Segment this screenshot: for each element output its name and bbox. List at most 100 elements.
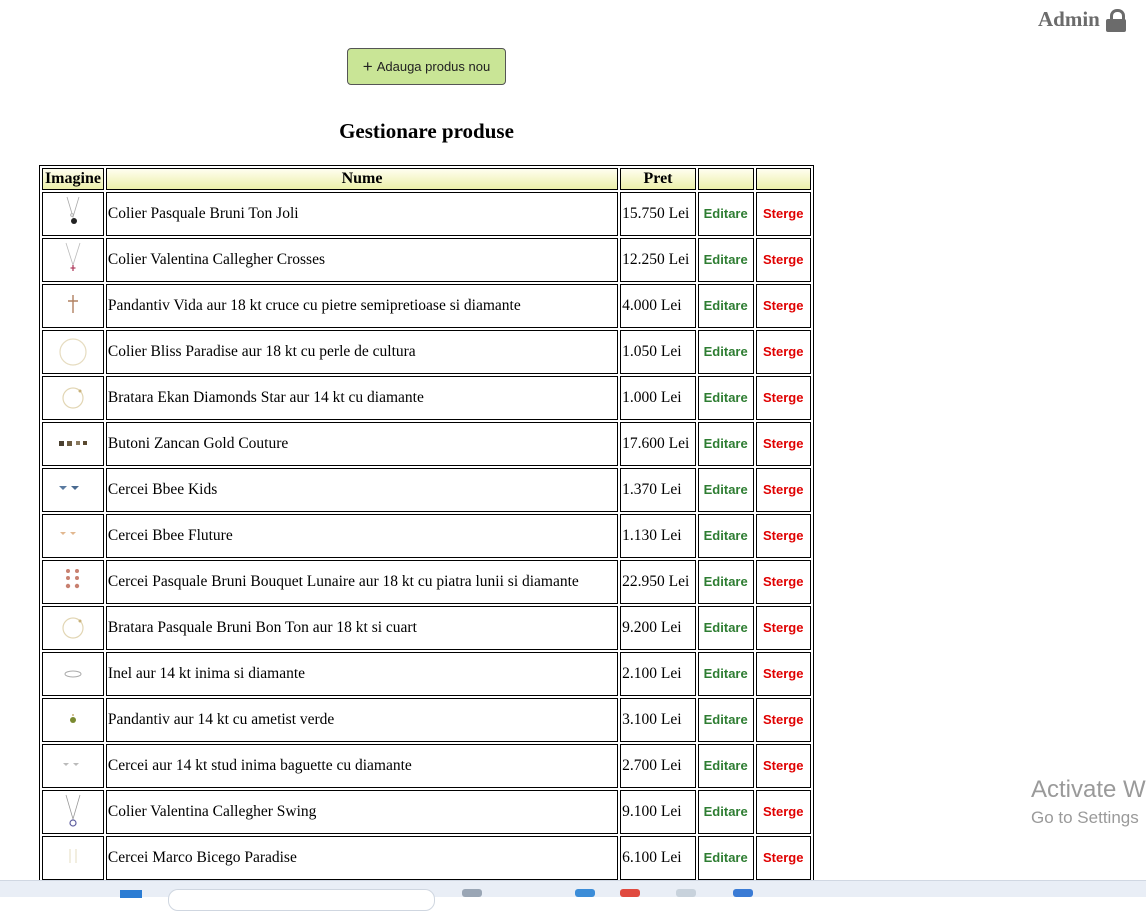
- edit-link[interactable]: Editare: [704, 574, 748, 589]
- edit-cell: Editare: [697, 560, 754, 604]
- edit-cell: Editare: [697, 606, 754, 650]
- edit-link[interactable]: Editare: [704, 390, 748, 405]
- product-image-cell: [42, 284, 104, 328]
- edit-cell: Editare: [697, 330, 754, 374]
- delete-link[interactable]: Sterge: [763, 252, 803, 267]
- edit-link[interactable]: Editare: [704, 252, 748, 267]
- delete-link[interactable]: Sterge: [763, 206, 803, 221]
- product-thumbnail: [53, 793, 93, 831]
- edit-cell: Editare: [697, 468, 754, 512]
- watermark-line-1: Activate W: [1031, 776, 1146, 803]
- delete-link[interactable]: Sterge: [763, 482, 803, 497]
- product-thumbnail: [53, 747, 93, 785]
- edit-link[interactable]: Editare: [704, 758, 748, 773]
- product-price: 1.130 Lei: [620, 514, 696, 558]
- product-thumbnail: [53, 609, 93, 647]
- product-thumbnail: [53, 287, 93, 325]
- edit-cell: Editare: [697, 698, 754, 742]
- delete-link[interactable]: Sterge: [763, 574, 803, 589]
- delete-link[interactable]: Sterge: [763, 804, 803, 819]
- product-thumbnail: [53, 563, 93, 601]
- product-thumbnail: [53, 517, 93, 555]
- table-row: Cercei aur 14 kt stud inima baguette cu …: [42, 744, 811, 788]
- edit-link[interactable]: Editare: [704, 712, 748, 727]
- column-header-edit: [697, 168, 754, 190]
- table-row: Pandantiv aur 14 kt cu ametist verde 3.10…: [42, 698, 811, 742]
- edit-link[interactable]: Editare: [704, 206, 748, 221]
- delete-cell: Sterge: [755, 192, 811, 236]
- product-name: Cercei Bbee Kids: [105, 468, 619, 512]
- delete-link[interactable]: Sterge: [763, 620, 803, 635]
- product-image-cell: [42, 790, 104, 834]
- windows-activation-watermark: Activate W Go to Settings: [1031, 776, 1146, 828]
- product-thumbnail: [53, 379, 93, 417]
- windows-start-icon[interactable]: [120, 890, 142, 898]
- products-table: Imagine Nume Pret Colier Pasquale Bruni …: [39, 165, 814, 883]
- table-row: Bratara Pasquale Bruni Bon Ton aur 18 kt…: [42, 606, 811, 650]
- edit-cell: Editare: [697, 744, 754, 788]
- product-image-cell: [42, 376, 104, 420]
- delete-link[interactable]: Sterge: [763, 390, 803, 405]
- product-name: Colier Valentina Callegher Swing: [105, 790, 619, 834]
- product-price: 1.000 Lei: [620, 376, 696, 420]
- table-row: Inel aur 14 kt inima si diamante 2.100 Le…: [42, 652, 811, 696]
- taskbar-search[interactable]: [168, 889, 435, 911]
- delete-link[interactable]: Sterge: [763, 528, 803, 543]
- table-row: Pandantiv Vida aur 18 kt cruce cu pietre…: [42, 284, 811, 328]
- delete-cell: Sterge: [755, 560, 811, 604]
- edit-cell: Editare: [697, 652, 754, 696]
- edit-cell: Editare: [697, 192, 754, 236]
- table-row: Colier Valentina Callegher Crosses 12.250…: [42, 238, 811, 282]
- product-image-cell: [42, 422, 104, 466]
- edit-link[interactable]: Editare: [704, 436, 748, 451]
- product-name: Inel aur 14 kt inima si diamante: [105, 652, 619, 696]
- edit-link[interactable]: Editare: [704, 620, 748, 635]
- product-thumbnail: [53, 839, 93, 877]
- product-price: 9.100 Lei: [620, 790, 696, 834]
- delete-link[interactable]: Sterge: [763, 344, 803, 359]
- delete-link[interactable]: Sterge: [763, 666, 803, 681]
- edit-link[interactable]: Editare: [704, 482, 748, 497]
- product-price: 2.700 Lei: [620, 744, 696, 788]
- edit-cell: Editare: [697, 376, 754, 420]
- product-price: 12.250 Lei: [620, 238, 696, 282]
- edit-link[interactable]: Editare: [704, 666, 748, 681]
- delete-cell: Sterge: [755, 514, 811, 558]
- table-row: Colier Bliss Paradise aur 18 kt cu perle…: [42, 330, 811, 374]
- watermark-line-2: Go to Settings: [1031, 808, 1139, 827]
- taskbar: [0, 880, 1146, 911]
- edit-link[interactable]: Editare: [704, 804, 748, 819]
- add-product-label: Adauga produs nou: [376, 59, 491, 74]
- table-row: Colier Valentina Callegher Swing 9.100 Le…: [42, 790, 811, 834]
- delete-link[interactable]: Sterge: [763, 850, 803, 865]
- product-image-cell: [42, 238, 104, 282]
- product-image-cell: [42, 468, 104, 512]
- admin-user[interactable]: Admin: [1038, 7, 1126, 32]
- product-price: 4.000 Lei: [620, 284, 696, 328]
- product-image-cell: [42, 330, 104, 374]
- edit-link[interactable]: Editare: [704, 344, 748, 359]
- product-price: 15.750 Lei: [620, 192, 696, 236]
- edit-link[interactable]: Editare: [704, 298, 748, 313]
- delete-link[interactable]: Sterge: [763, 712, 803, 727]
- edit-link[interactable]: Editare: [704, 528, 748, 543]
- edit-cell: Editare: [697, 238, 754, 282]
- delete-cell: Sterge: [755, 698, 811, 742]
- product-image-cell: [42, 698, 104, 742]
- product-thumbnail: [53, 425, 93, 463]
- delete-link[interactable]: Sterge: [763, 298, 803, 313]
- delete-cell: Sterge: [755, 330, 811, 374]
- delete-link[interactable]: Sterge: [763, 758, 803, 773]
- add-product-button[interactable]: + Adauga produs nou: [347, 48, 506, 85]
- delete-link[interactable]: Sterge: [763, 436, 803, 451]
- edit-cell: Editare: [697, 514, 754, 558]
- table-row: Cercei Pasquale Bruni Bouquet Lunaire au…: [42, 560, 811, 604]
- product-name: Cercei Bbee Fluture: [105, 514, 619, 558]
- delete-cell: Sterge: [755, 284, 811, 328]
- edit-cell: Editare: [697, 284, 754, 328]
- column-header-price: Pret: [620, 168, 696, 190]
- product-thumbnail: [53, 333, 93, 371]
- edit-link[interactable]: Editare: [704, 850, 748, 865]
- product-price: 17.600 Lei: [620, 422, 696, 466]
- edit-cell: Editare: [697, 790, 754, 834]
